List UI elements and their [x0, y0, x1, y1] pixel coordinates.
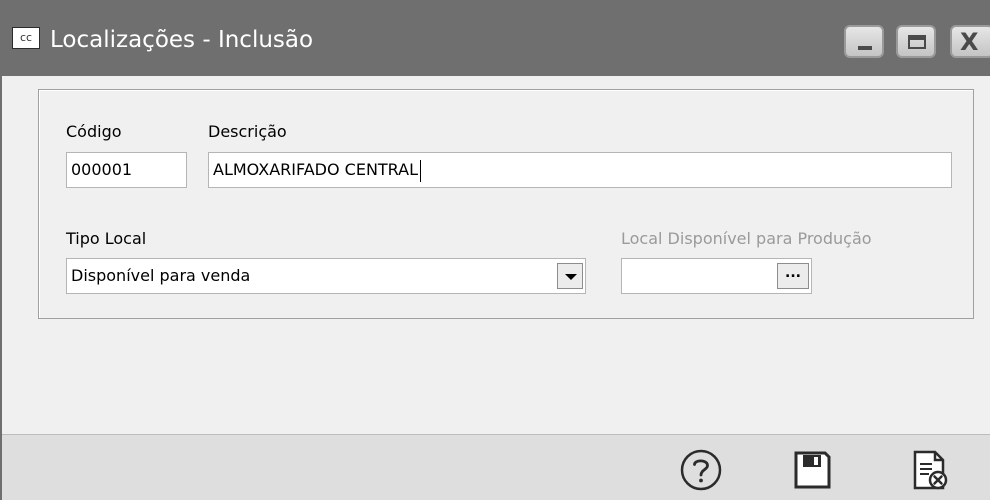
codigo-value: 000001	[71, 160, 133, 179]
dialog-window: cc Localizações - Inclusão X Código Desc…	[0, 0, 990, 500]
minimize-button[interactable]	[844, 25, 884, 58]
maximize-icon	[908, 35, 926, 49]
window-title: Localizações - Inclusão	[50, 27, 314, 53]
descricao-label: Descrição	[208, 122, 287, 141]
tipo-local-label: Tipo Local	[66, 229, 147, 248]
descricao-value: ALMOXARIFADO CENTRAL	[213, 160, 419, 179]
footer-toolbar	[2, 434, 990, 500]
ellipsis-lookup-button[interactable]: ...	[777, 263, 809, 289]
close-button[interactable]: X	[950, 25, 990, 58]
tipo-local-value: Disponível para venda	[71, 266, 251, 285]
minimize-icon	[858, 46, 872, 50]
close-icon: X	[960, 28, 979, 56]
chevron-down-icon[interactable]	[557, 263, 583, 289]
title-bar[interactable]: cc Localizações - Inclusão X	[2, 0, 990, 76]
text-caret	[420, 159, 422, 182]
cancel-document-icon[interactable]	[908, 448, 952, 492]
help-icon[interactable]	[679, 448, 723, 492]
tipo-local-select[interactable]: Disponível para venda	[66, 258, 586, 294]
descricao-field[interactable]: ALMOXARIFADO CENTRAL	[208, 152, 952, 188]
maximize-button[interactable]	[896, 25, 936, 58]
local-producao-label: Local Disponível para Produção	[621, 229, 872, 248]
save-icon[interactable]	[790, 448, 834, 492]
codigo-label: Código	[66, 122, 122, 141]
local-producao-field[interactable]: ...	[621, 258, 812, 294]
app-icon[interactable]: cc	[12, 27, 40, 49]
codigo-field[interactable]: 000001	[66, 152, 187, 188]
